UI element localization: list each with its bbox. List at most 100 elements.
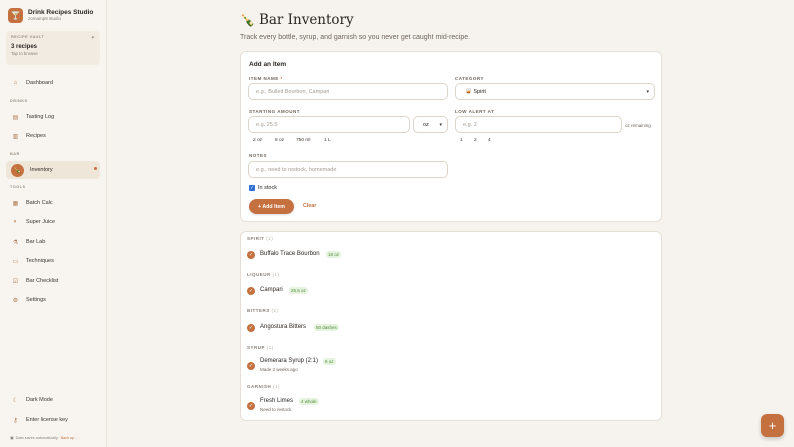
starting-amount-input[interactable]: e.g. 25.5 — [248, 116, 410, 133]
nav-label: Bar Lab — [26, 239, 46, 245]
sparkle-icon: ✦ — [90, 35, 95, 41]
nav-settings[interactable]: ⚙ Settings — [6, 292, 100, 308]
brand[interactable]: 🍸 Drink Recipes Studio zomamp8 studio — [8, 8, 93, 23]
category-select[interactable]: 🥃 Spirit ▾ — [455, 83, 655, 100]
category-heading: BITTERS (1) — [247, 308, 279, 313]
check-icon[interactable]: ✓ — [247, 362, 255, 370]
vault-count: 3 recipes — [11, 44, 38, 50]
vault-label: RECIPE VAULT — [11, 35, 45, 39]
brand-subtitle: zomamp8 studio — [28, 16, 62, 22]
notes-label: NOTES — [249, 153, 268, 158]
item-name: Angostura Bitters — [260, 324, 307, 330]
unit-select[interactable]: oz ▾ — [413, 116, 448, 133]
nav-dashboard[interactable]: ⌂ Dashboard — [6, 75, 100, 91]
dark-mode-toggle[interactable]: ☾ Dark Mode — [6, 392, 100, 408]
amount-badge: 6 oz — [323, 358, 336, 365]
nav-tasting-log[interactable]: ▤ Tasting Log — [6, 109, 100, 125]
nav-recipes[interactable]: ▥ Recipes — [6, 128, 100, 144]
check-icon[interactable]: ✓ — [247, 287, 255, 295]
backup-link[interactable]: Back up ... — [61, 436, 79, 440]
page-subtitle: Track every bottle, syrup, and garnish s… — [240, 34, 471, 41]
amount-badge: 50 dashes — [314, 324, 339, 331]
form-title: Add an Item — [249, 61, 287, 68]
flask-icon: ⚗ — [12, 239, 19, 246]
section-tools: TOOLS — [10, 185, 26, 189]
check-icon[interactable]: ✓ — [247, 324, 255, 332]
nav-label: Bar Checklist — [26, 278, 59, 284]
item-name: Demerara Syrup (2:1) — [260, 358, 319, 364]
remaining-unit-label: oz remaining — [625, 123, 651, 128]
calculator-icon: ▦ — [12, 200, 19, 207]
amount-preset[interactable]: 8 oz — [275, 138, 284, 143]
nav-label: Dashboard — [26, 80, 53, 86]
item-note: Made 2 weeks ago — [260, 367, 298, 372]
chevron-down-icon: ▾ — [646, 89, 649, 95]
glass-icon: 🍸 — [8, 8, 23, 23]
add-item-button[interactable]: + Add Item — [249, 199, 294, 214]
page-header: 🍾 Bar Inventory — [240, 12, 354, 28]
nav-label: Recipes — [26, 133, 46, 139]
alert-preset[interactable]: 4 — [488, 138, 491, 143]
nav-bar-lab[interactable]: ⚗ Bar Lab — [6, 234, 100, 250]
autosave-text: Data saves automatically. — [15, 435, 59, 440]
page-title: Bar Inventory — [258, 12, 354, 28]
amount-preset[interactable]: 1 L — [324, 138, 331, 143]
unit-value: oz — [423, 121, 429, 128]
lemon-icon: ◐ — [13, 219, 18, 225]
add-item-form: Add an Item ITEM NAME * e.g., Bulleit Bo… — [240, 51, 662, 222]
license-key-button[interactable]: ⚷ Enter license key — [6, 412, 100, 428]
brand-name: Drink Recipes Studio — [28, 9, 94, 16]
open-book-icon: ▭ — [12, 258, 19, 265]
nav-bar-checklist[interactable]: ☑ Bar Checklist — [6, 273, 100, 289]
amount-badge: 25.5 oz — [289, 287, 308, 294]
in-stock-label: In stock — [258, 185, 277, 191]
item-name-label: ITEM NAME * — [249, 76, 283, 81]
recipe-vault-card[interactable]: RECIPE VAULT ✦ 3 recipes Tap to browse — [6, 31, 100, 65]
vault-hint: Tap to browse — [11, 51, 38, 56]
clear-button[interactable]: Clear — [303, 203, 316, 209]
notes-input[interactable]: e.g., need to restock, homemade — [248, 161, 448, 178]
category-heading: SYRUP (1) — [247, 345, 274, 350]
alert-preset[interactable]: 1 — [460, 138, 463, 143]
check-icon[interactable]: ✓ — [247, 402, 255, 410]
amount-badge: 18 oz — [326, 251, 342, 258]
save-icon: ▣ — [10, 436, 14, 440]
item-name: Buffalo Trace Bourbon — [260, 251, 320, 257]
in-stock-checkbox[interactable]: ✓ — [249, 185, 255, 191]
gear-icon: ⚙ — [12, 297, 19, 304]
item-name: Campari — [260, 287, 283, 293]
check-icon[interactable]: ✓ — [247, 251, 255, 259]
notebook-icon: ▤ — [12, 114, 19, 121]
category-label: CATEGORY — [455, 76, 485, 81]
nav-label: Tasting Log — [26, 114, 55, 120]
active-dot — [94, 167, 97, 170]
nav-label: Batch Calc — [26, 200, 53, 206]
category-value: 🥃 Spirit — [465, 88, 486, 95]
category-heading: SPIRIT (1) — [247, 236, 274, 241]
starting-amount-label: STARTING AMOUNT — [249, 109, 300, 114]
category-heading: LIQUEUR (1) — [247, 272, 280, 277]
item-note: Need to restock — [260, 407, 292, 412]
amount-preset[interactable]: 750 ml — [296, 138, 310, 143]
amount-preset[interactable]: 2 oz — [253, 138, 262, 143]
nav-super-juice[interactable]: ◐ Super Juice — [6, 214, 100, 230]
nav-techniques[interactable]: ▭ Techniques — [6, 253, 100, 269]
nav-label: Enter license key — [26, 417, 68, 423]
inventory-list: SPIRIT (1) ✓ Buffalo Trace Bourbon 18 oz… — [240, 231, 662, 421]
add-fab-button[interactable]: + — [761, 414, 784, 437]
key-icon: ⚷ — [13, 417, 18, 424]
nav-label: Techniques — [26, 258, 54, 264]
bottle-icon: 🍾 — [11, 163, 24, 177]
book-icon: ▥ — [12, 133, 19, 140]
checklist-icon: ☑ — [12, 278, 19, 285]
low-alert-input[interactable]: e.g. 2 — [455, 116, 622, 133]
category-heading: GARNISH (1) — [247, 384, 281, 389]
sidebar: 🍸 Drink Recipes Studio zomamp8 studio RE… — [0, 0, 107, 447]
nav-label: Inventory — [30, 167, 53, 173]
home-icon: ⌂ — [13, 80, 18, 86]
item-name: Fresh Limes — [260, 398, 294, 404]
item-name-input[interactable]: e.g., Bulleit Bourbon, Campari — [248, 83, 448, 100]
alert-preset[interactable]: 2 — [474, 138, 477, 143]
nav-inventory[interactable]: 🍾 Inventory — [6, 161, 100, 179]
nav-batch-calc[interactable]: ▦ Batch Calc — [6, 195, 100, 211]
